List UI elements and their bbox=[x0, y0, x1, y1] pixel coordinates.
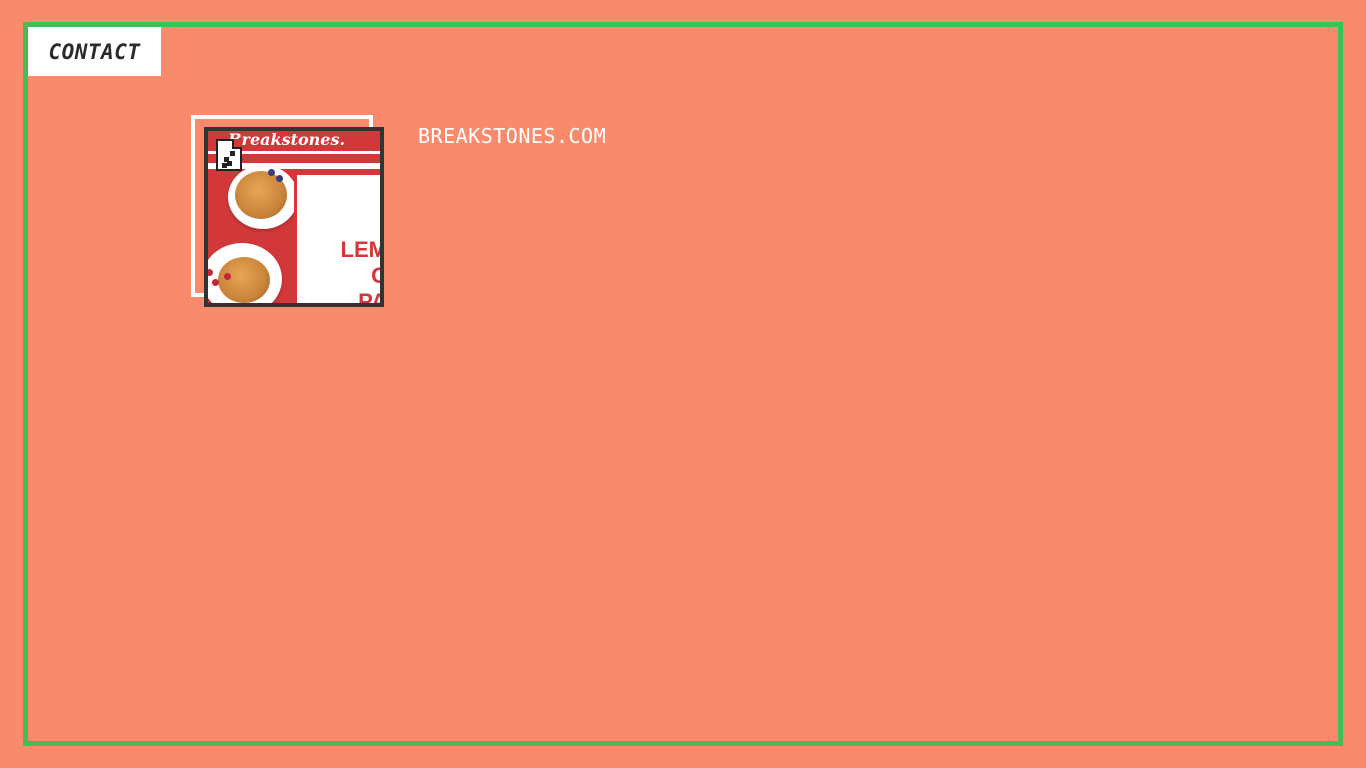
contact-tab[interactable]: CONTACT bbox=[28, 27, 161, 76]
thumbnail-headline: LEM C PA bbox=[340, 237, 384, 307]
broken-image-icon bbox=[216, 139, 242, 171]
contact-label: CONTACT bbox=[48, 39, 141, 64]
thumbnail-panel: LEM C PA bbox=[294, 175, 384, 307]
site-link[interactable]: BREAKSTONES.COM bbox=[418, 124, 606, 148]
project-thumbnail[interactable]: Breakstones. LEM C PA bbox=[204, 127, 384, 307]
pancake-plate-bottom bbox=[208, 243, 282, 303]
pancake-plate-top bbox=[228, 165, 298, 229]
